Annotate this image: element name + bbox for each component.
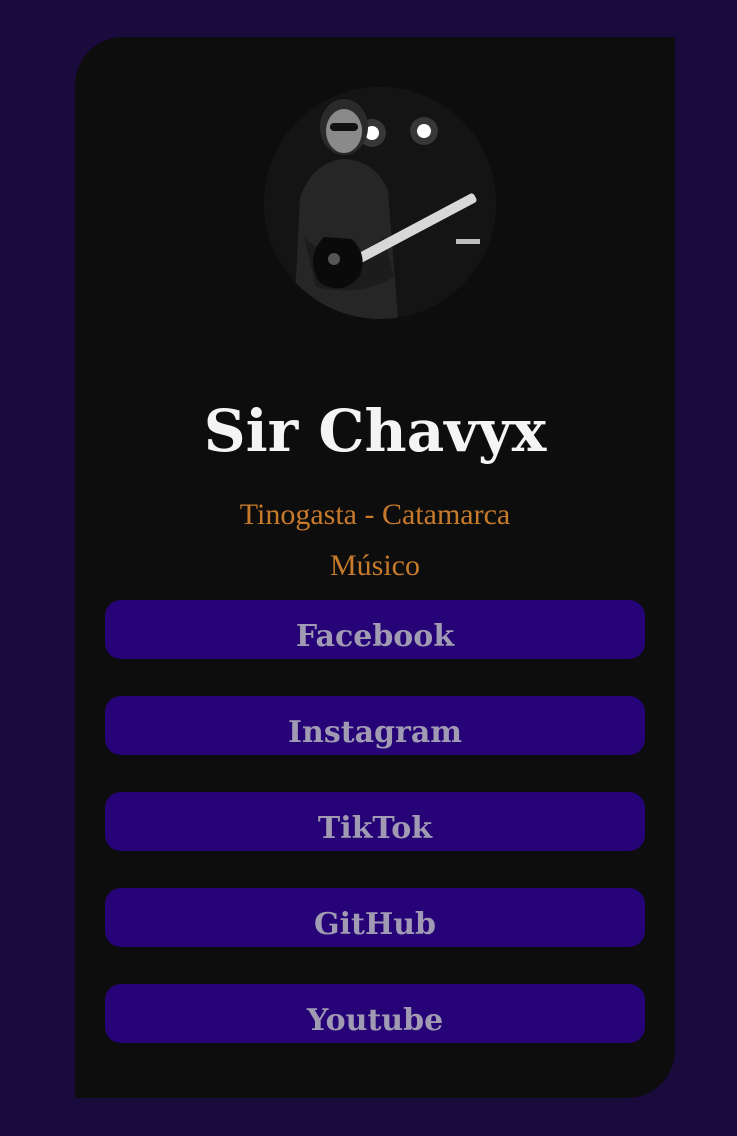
instagram-button[interactable]: Instagram bbox=[105, 696, 645, 755]
facebook-button[interactable]: Facebook bbox=[105, 600, 645, 659]
github-button[interactable]: GitHub bbox=[105, 888, 645, 947]
profile-role: Músico bbox=[330, 549, 420, 582]
profile-card: Sir Chavyx Tinogasta - Catamarca Músico … bbox=[75, 37, 675, 1098]
profile-name: Sir Chavyx bbox=[203, 397, 547, 465]
profile-location: Tinogasta - Catamarca bbox=[239, 498, 511, 531]
youtube-button[interactable]: Youtube bbox=[105, 984, 645, 1043]
guitarist-photo-icon bbox=[264, 87, 496, 319]
tiktok-button[interactable]: TikTok bbox=[105, 792, 645, 851]
social-links: Facebook Instagram TikTok GitHub Youtube bbox=[105, 600, 645, 1080]
avatar bbox=[264, 87, 496, 319]
